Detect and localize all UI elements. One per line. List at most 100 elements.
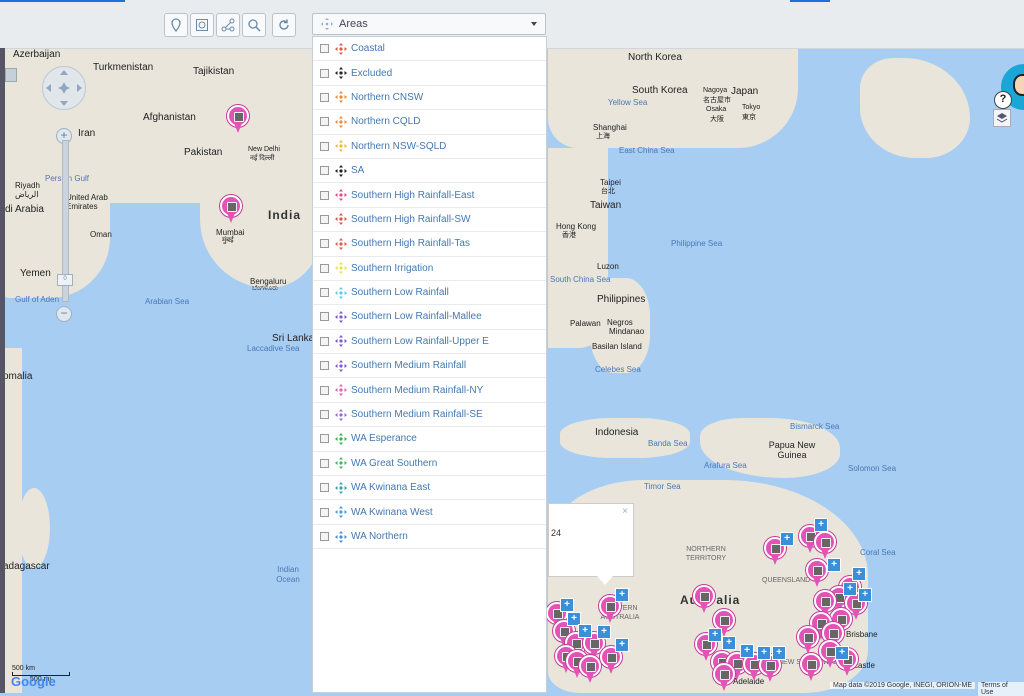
cluster-marker[interactable]: + xyxy=(852,567,866,581)
label-papua-new-guinea: Papua New Guinea xyxy=(768,440,816,460)
left-panel-toggle[interactable] xyxy=(5,68,17,82)
area-checkbox[interactable] xyxy=(320,92,329,102)
cluster-marker[interactable]: + xyxy=(597,625,611,639)
cluster-marker[interactable]: + xyxy=(827,558,841,572)
area-option[interactable]: WA Esperance xyxy=(313,427,546,452)
map-marker[interactable] xyxy=(806,559,828,589)
terms-link[interactable]: Terms of Use xyxy=(978,682,1024,696)
label-arafura-sea: Arafura Sea xyxy=(704,461,747,470)
cluster-marker[interactable]: + xyxy=(835,646,849,660)
cluster-marker[interactable]: + xyxy=(858,588,872,602)
label-iran: Iran xyxy=(78,128,96,139)
cluster-marker[interactable]: + xyxy=(708,628,722,642)
area-option[interactable]: Coastal xyxy=(313,37,546,62)
close-icon[interactable]: × xyxy=(622,506,628,517)
area-option[interactable]: Southern Medium Rainfall xyxy=(313,354,546,379)
location-pin-button[interactable] xyxy=(164,13,188,37)
area-checkbox[interactable] xyxy=(320,385,329,395)
cluster-marker[interactable]: + xyxy=(578,624,592,638)
map-marker[interactable] xyxy=(797,626,819,656)
search-zoom-button[interactable] xyxy=(242,13,266,37)
area-move-icon xyxy=(335,481,347,494)
label-oman: Oman xyxy=(90,230,112,239)
label-new-delhi-local: नई दिल्ली xyxy=(250,155,275,162)
map-marker[interactable] xyxy=(693,585,715,615)
area-option-label: Southern High Rainfall-East xyxy=(351,189,475,201)
network-button[interactable] xyxy=(216,13,240,37)
area-option[interactable]: Southern Low Rainfall-Upper E xyxy=(313,330,546,355)
area-checkbox[interactable] xyxy=(320,483,329,493)
map-marker[interactable] xyxy=(713,663,735,693)
area-move-icon xyxy=(335,91,347,104)
area-checkbox[interactable] xyxy=(320,507,329,517)
area-option[interactable]: Southern Medium Rainfall-NY xyxy=(313,378,546,403)
area-option[interactable]: Southern Low Rainfall-Mallee xyxy=(313,305,546,330)
area-checkbox[interactable] xyxy=(320,410,329,420)
zoom-extent-button[interactable] xyxy=(190,13,214,37)
area-option[interactable]: Southern Irrigation xyxy=(313,257,546,281)
cluster-marker[interactable]: + xyxy=(780,532,794,546)
map-marker[interactable] xyxy=(227,105,249,135)
area-checkbox[interactable] xyxy=(320,434,329,444)
area-option[interactable]: Southern High Rainfall-Tas xyxy=(313,232,546,257)
help-icon[interactable]: ? xyxy=(994,91,1012,109)
area-option[interactable]: Southern High Rainfall-East xyxy=(313,183,546,208)
area-option[interactable]: WA Northern xyxy=(313,525,546,550)
area-option[interactable]: Northern CQLD xyxy=(313,110,546,135)
label-pakistan: Pakistan xyxy=(184,147,223,158)
zoom-out-button[interactable]: − xyxy=(56,306,72,322)
area-move-icon xyxy=(335,67,347,80)
area-option[interactable]: WA Kwinana East xyxy=(313,476,546,501)
map-marker[interactable] xyxy=(220,195,242,225)
area-checkbox[interactable] xyxy=(320,288,329,298)
area-checkbox[interactable] xyxy=(320,263,329,273)
area-checkbox[interactable] xyxy=(320,141,329,151)
cluster-marker[interactable]: + xyxy=(772,646,786,660)
cluster-marker[interactable]: + xyxy=(615,588,629,602)
map-marker[interactable] xyxy=(579,655,601,685)
area-option[interactable]: Northern CNSW xyxy=(313,86,546,111)
area-option[interactable]: WA Great Southern xyxy=(313,452,546,477)
zoom-knob[interactable]: 0 xyxy=(57,274,73,286)
label-banda-sea: Banda Sea xyxy=(648,439,688,448)
area-checkbox[interactable] xyxy=(320,336,329,346)
area-option[interactable]: Excluded xyxy=(313,61,546,86)
area-checkbox[interactable] xyxy=(320,458,329,468)
area-checkbox[interactable] xyxy=(320,117,329,127)
cluster-marker[interactable]: + xyxy=(560,598,574,612)
area-option[interactable]: SA xyxy=(313,159,546,184)
label-northern-territory: NORTHERN TERRITORY xyxy=(685,546,727,562)
area-checkbox[interactable] xyxy=(320,44,329,54)
cluster-marker[interactable]: + xyxy=(722,636,736,650)
area-checkbox[interactable] xyxy=(320,312,329,322)
cluster-marker[interactable]: + xyxy=(814,518,828,532)
area-checkbox[interactable] xyxy=(320,68,329,78)
area-option[interactable]: Southern High Rainfall-SW xyxy=(313,208,546,233)
area-checkbox[interactable] xyxy=(320,361,329,371)
layers-button[interactable] xyxy=(993,109,1011,127)
area-option-label: Southern Medium Rainfall xyxy=(351,360,467,372)
area-option[interactable]: Northern NSW-SQLD xyxy=(313,135,546,159)
area-option[interactable]: Southern Low Rainfall xyxy=(313,281,546,306)
label-tokyo-local: 東京 xyxy=(742,114,756,121)
areas-select[interactable]: Areas xyxy=(312,13,546,35)
area-checkbox[interactable] xyxy=(320,166,329,176)
area-checkbox[interactable] xyxy=(320,214,329,224)
area-option-label: Southern Irrigation xyxy=(351,262,434,274)
area-option[interactable]: Southern Medium Rainfall-SE xyxy=(313,403,546,428)
pan-control[interactable] xyxy=(42,66,86,110)
zoom-slider[interactable]: + 0 − xyxy=(56,128,73,322)
cluster-marker[interactable]: + xyxy=(615,638,629,652)
cluster-marker[interactable]: + xyxy=(740,644,754,658)
map-marker[interactable] xyxy=(800,653,822,683)
area-checkbox[interactable] xyxy=(320,532,329,541)
label-timor-sea: Timor Sea xyxy=(644,482,681,491)
cluster-marker[interactable]: + xyxy=(843,582,857,596)
refresh-button[interactable] xyxy=(272,13,296,37)
area-checkbox[interactable] xyxy=(320,239,329,249)
area-move-icon xyxy=(335,140,347,153)
cluster-marker[interactable]: + xyxy=(757,646,771,660)
area-checkbox[interactable] xyxy=(320,190,329,200)
area-option[interactable]: WA Kwinana West xyxy=(313,500,546,525)
map-marker[interactable] xyxy=(814,531,836,561)
